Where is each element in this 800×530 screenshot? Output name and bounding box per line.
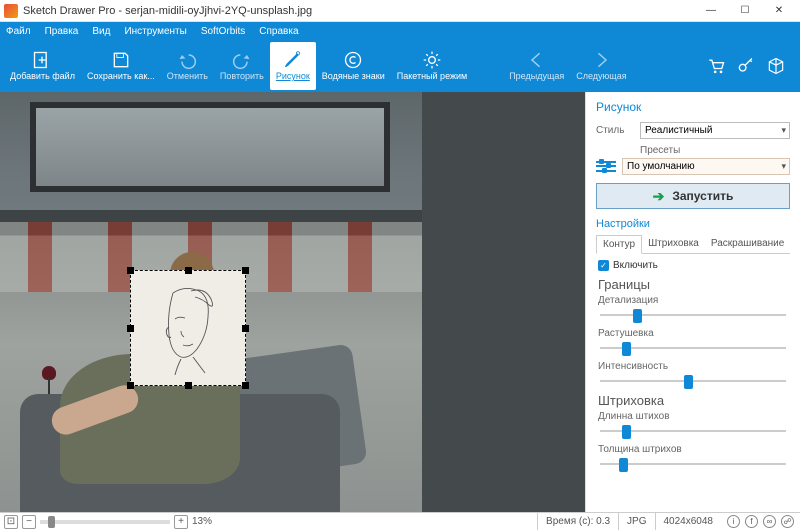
undo-icon	[177, 50, 197, 70]
resize-handle[interactable]	[242, 382, 249, 389]
time-cell: Время (с): 0.3	[537, 513, 618, 530]
sidebar-title: Рисунок	[596, 100, 790, 114]
enable-label: Включить	[613, 260, 658, 271]
enable-checkbox[interactable]: ✓	[598, 260, 609, 271]
save-as-button[interactable]: Сохранить как...	[81, 42, 161, 90]
redo-button[interactable]: Повторить	[214, 42, 270, 90]
titlebar: Sketch Drawer Pro - serjan-midili-oyJjhv…	[0, 0, 800, 22]
facebook-icon[interactable]: f	[745, 515, 758, 528]
close-button[interactable]: ✕	[762, 0, 796, 22]
maximize-button[interactable]: ☐	[728, 0, 762, 22]
statusbar: ⊡ − + 13% Время (с): 0.3 JPG 4024x6048 i…	[0, 512, 800, 530]
tab-shading[interactable]: Штриховка	[642, 235, 705, 253]
zoom-in-button[interactable]: +	[174, 515, 188, 529]
next-icon	[591, 50, 611, 70]
batch-mode-button[interactable]: Пакетный режим	[391, 42, 473, 90]
key-icon[interactable]	[736, 56, 756, 76]
run-button[interactable]: ➔ Запустить	[596, 183, 790, 209]
resize-handle[interactable]	[185, 267, 192, 274]
tab-coloring[interactable]: Раскрашивание	[705, 235, 790, 253]
app-icon	[4, 4, 18, 18]
photo-image	[0, 92, 422, 512]
zoom-slider[interactable]	[40, 520, 170, 524]
pencil-icon	[283, 50, 303, 70]
zoom-fit-button[interactable]: ⊡	[4, 515, 18, 529]
settings-tabs: Контур Штриховка Раскрашивание	[596, 235, 790, 254]
menu-edit[interactable]: Правка	[45, 26, 79, 37]
format-cell: JPG	[618, 513, 654, 530]
presets-icon	[596, 160, 616, 174]
stroke-len-label: Длинна штихов	[598, 411, 790, 422]
save-icon	[111, 50, 131, 70]
borders-heading: Границы	[598, 277, 790, 292]
detail-label: Детализация	[598, 295, 790, 306]
resize-handle[interactable]	[242, 267, 249, 274]
hatching-heading: Штриховка	[598, 393, 790, 408]
add-file-icon	[32, 50, 52, 70]
stroke-thick-slider[interactable]	[600, 456, 786, 472]
resize-handle[interactable]	[127, 267, 134, 274]
tab-contour[interactable]: Контур	[596, 235, 642, 254]
add-file-button[interactable]: Добавить файл	[4, 42, 81, 90]
settings-heading: Настройки	[596, 218, 790, 230]
copyright-icon	[343, 50, 363, 70]
link-icon[interactable]: ☍	[781, 515, 794, 528]
resize-handle[interactable]	[127, 382, 134, 389]
prev-image-button[interactable]: Предыдущая	[503, 42, 570, 90]
share-icon[interactable]: ∞	[763, 515, 776, 528]
drawing-mode-button[interactable]: Рисунок	[270, 42, 316, 90]
main-area: Рисунок Стиль Реалистичный Пресеты По ум…	[0, 92, 800, 512]
sidebar: Рисунок Стиль Реалистичный Пресеты По ум…	[585, 92, 800, 512]
zoom-out-button[interactable]: −	[22, 515, 36, 529]
style-label: Стиль	[596, 125, 634, 136]
window-title: Sketch Drawer Pro - serjan-midili-oyJjhv…	[23, 5, 694, 17]
run-arrow-icon: ➔	[653, 188, 665, 205]
style-select[interactable]: Реалистичный	[640, 122, 790, 139]
detail-slider[interactable]	[600, 307, 786, 323]
selection-box[interactable]	[130, 270, 246, 386]
canvas[interactable]	[0, 92, 585, 512]
cube-icon[interactable]	[766, 56, 786, 76]
gear-icon	[422, 50, 442, 70]
prev-icon	[527, 50, 547, 70]
watermark-button[interactable]: Водяные знаки	[316, 42, 391, 90]
info-icon[interactable]: i	[727, 515, 740, 528]
resize-handle[interactable]	[185, 382, 192, 389]
menu-view[interactable]: Вид	[92, 26, 110, 37]
menu-help[interactable]: Справка	[259, 26, 298, 37]
stroke-thick-label: Толщина штрихов	[598, 444, 790, 455]
intensity-label: Интенсивность	[598, 361, 790, 372]
resize-handle[interactable]	[242, 325, 249, 332]
feather-slider[interactable]	[600, 340, 786, 356]
menu-file[interactable]: Файл	[6, 26, 31, 37]
stroke-len-slider[interactable]	[600, 423, 786, 439]
menu-softorbits[interactable]: SoftOrbits	[201, 26, 245, 37]
zoom-value: 13%	[192, 516, 212, 527]
ribbon: Добавить файл Сохранить как... Отменить …	[0, 40, 800, 92]
minimize-button[interactable]: —	[694, 0, 728, 22]
next-image-button[interactable]: Следующая	[570, 42, 632, 90]
intensity-slider[interactable]	[600, 373, 786, 389]
menubar: Файл Правка Вид Инструменты SoftOrbits С…	[0, 22, 800, 40]
undo-button[interactable]: Отменить	[161, 42, 214, 90]
redo-icon	[232, 50, 252, 70]
preset-select[interactable]: По умолчанию	[622, 158, 790, 175]
feather-label: Растушевка	[598, 328, 790, 339]
sketch-preview	[155, 283, 225, 375]
menu-tools[interactable]: Инструменты	[124, 26, 186, 37]
resize-handle[interactable]	[127, 325, 134, 332]
cart-icon[interactable]	[706, 56, 726, 76]
dimensions-cell: 4024x6048	[655, 513, 722, 530]
presets-label: Пресеты	[640, 145, 790, 156]
